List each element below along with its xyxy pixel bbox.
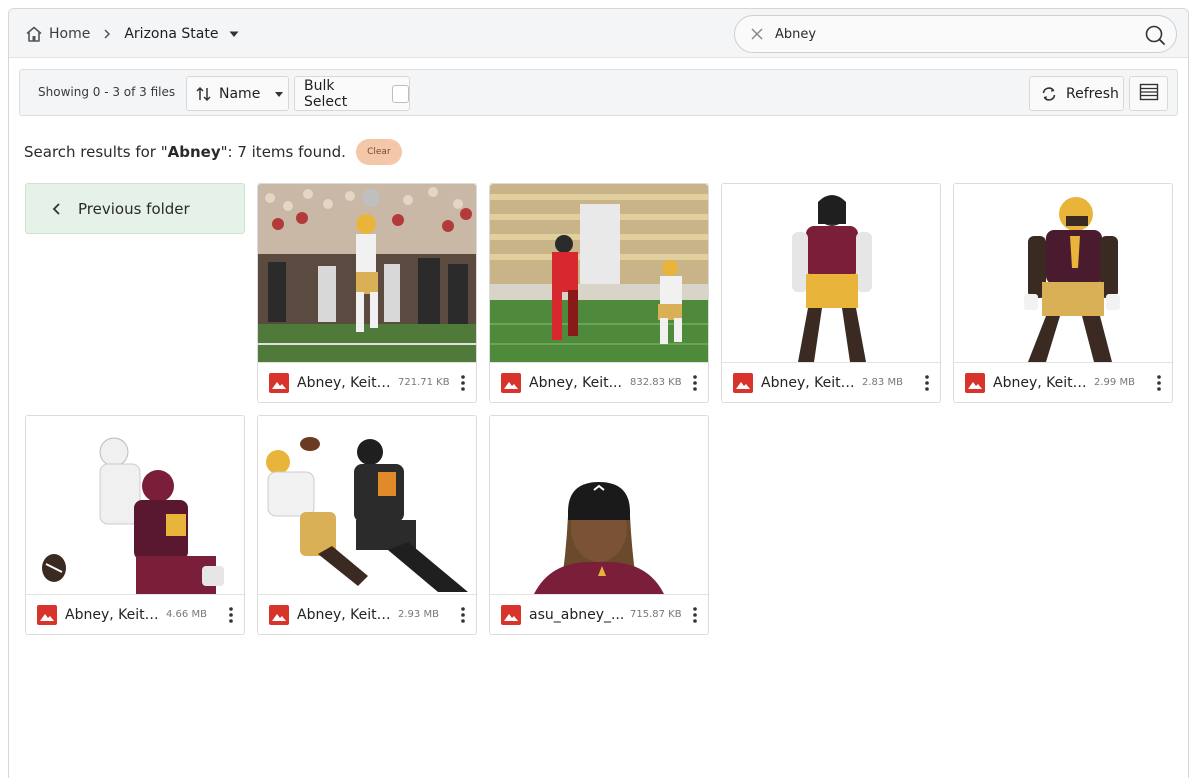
file-name: Abney, Keith... <box>297 374 394 391</box>
file-thumbnail <box>258 184 476 362</box>
file-thumbnail <box>490 184 708 362</box>
image-file-icon <box>501 604 521 625</box>
file-size: 4.66 MB <box>166 609 207 620</box>
close-icon[interactable] <box>749 26 765 42</box>
bulk-select-label: Bulk Select <box>304 77 348 110</box>
sort-label: Name <box>219 85 261 102</box>
file-thumbnail <box>26 416 244 594</box>
file-card[interactable]: Abney, Keith-... 2.93 MB <box>257 415 477 635</box>
refresh-label: Refresh <box>1066 85 1119 102</box>
clear-search-button[interactable]: Clear <box>355 139 402 165</box>
top-bar: Home Arizona State <box>9 9 1188 58</box>
previous-folder-button[interactable]: Previous folder <box>25 183 245 234</box>
previous-folder-label: Previous folder <box>78 199 190 218</box>
home-icon[interactable] <box>25 25 43 43</box>
more-options-icon[interactable] <box>692 374 698 392</box>
file-size: 2.93 MB <box>398 609 439 620</box>
refresh-icon <box>1040 85 1058 103</box>
list-view-button[interactable] <box>1129 76 1168 111</box>
file-card[interactable]: Abney, Keith-... 2.99 MB <box>953 183 1173 403</box>
more-options-icon[interactable] <box>460 374 466 392</box>
results-prefix: Search results for " <box>24 143 168 161</box>
file-thumbnail <box>954 184 1172 362</box>
search-box <box>734 15 1177 53</box>
file-name: Abney, Keith-... <box>297 606 394 623</box>
file-card[interactable]: Abney, Keith-... 2.83 MB <box>721 183 941 403</box>
file-thumbnail <box>258 416 476 594</box>
file-thumbnail <box>490 416 708 594</box>
refresh-button[interactable]: Refresh <box>1029 76 1124 111</box>
caret-down-icon[interactable] <box>228 28 240 40</box>
file-size: 721.71 KB <box>398 377 450 388</box>
results-suffix: ": 7 items found. <box>220 143 346 161</box>
results-query: Abney <box>167 143 221 161</box>
more-options-icon[interactable] <box>1156 374 1162 392</box>
file-meta: Abney, Keit... 832.83 KB <box>490 362 708 402</box>
chevron-left-icon <box>50 202 64 216</box>
image-file-icon <box>269 604 289 625</box>
file-card[interactable]: Abney, Keith... 721.71 KB <box>257 183 477 403</box>
breadcrumb: Home Arizona State <box>25 22 240 46</box>
file-meta: Abney, Keith-... 2.99 MB <box>954 362 1172 402</box>
file-toolbar: Showing 0 - 3 of 3 files Name Bulk Selec… <box>19 69 1178 116</box>
file-name: Abney, Keith-... <box>65 606 162 623</box>
bulk-select-checkbox[interactable] <box>391 84 409 103</box>
more-options-icon[interactable] <box>228 606 234 624</box>
image-file-icon <box>965 372 985 393</box>
chevron-right-icon <box>100 27 114 41</box>
breadcrumb-home[interactable]: Home <box>49 26 90 42</box>
image-file-icon <box>733 372 753 393</box>
file-name: asu_abney_... <box>529 606 625 623</box>
sort-button[interactable]: Name <box>186 76 289 111</box>
more-options-icon[interactable] <box>460 606 466 624</box>
file-name: Abney, Keith-... <box>993 374 1090 391</box>
file-name: Abney, Keit... <box>529 374 622 391</box>
image-file-icon <box>37 604 57 625</box>
more-options-icon[interactable] <box>924 374 930 392</box>
file-meta: Abney, Keith-... 2.93 MB <box>258 594 476 634</box>
bulk-select-button[interactable]: Bulk Select <box>294 76 410 111</box>
file-card[interactable]: Abney, Keith-... 4.66 MB <box>25 415 245 635</box>
file-meta: Abney, Keith-... 4.66 MB <box>26 594 244 634</box>
app-window: Home Arizona State Showing 0 - 3 of 3 fi… <box>8 8 1189 778</box>
image-file-icon <box>269 372 289 393</box>
search-input[interactable] <box>775 26 1135 42</box>
file-meta: Abney, Keith-... 2.83 MB <box>722 362 940 402</box>
file-card[interactable]: Abney, Keit... 832.83 KB <box>489 183 709 403</box>
file-thumbnail <box>722 184 940 362</box>
file-size: 2.99 MB <box>1094 377 1135 388</box>
list-view-icon <box>1139 83 1159 105</box>
search-icon[interactable] <box>1144 24 1166 46</box>
file-meta: Abney, Keith... 721.71 KB <box>258 362 476 402</box>
image-file-icon <box>501 372 521 393</box>
file-count: Showing 0 - 3 of 3 files <box>38 85 176 99</box>
file-size: 2.83 MB <box>862 377 903 388</box>
sort-arrows-icon <box>195 85 213 103</box>
more-options-icon[interactable] <box>692 606 698 624</box>
file-name: Abney, Keith-... <box>761 374 858 391</box>
search-results-summary: Search results for " Abney ": 7 items foun… <box>24 139 402 165</box>
file-meta: asu_abney_... 715.87 KB <box>490 594 708 634</box>
breadcrumb-current[interactable]: Arizona State <box>124 26 218 42</box>
file-card[interactable]: asu_abney_... 715.87 KB <box>489 415 709 635</box>
file-size: 715.87 KB <box>630 609 682 620</box>
file-size: 832.83 KB <box>630 377 682 388</box>
caret-down-icon <box>274 89 284 99</box>
